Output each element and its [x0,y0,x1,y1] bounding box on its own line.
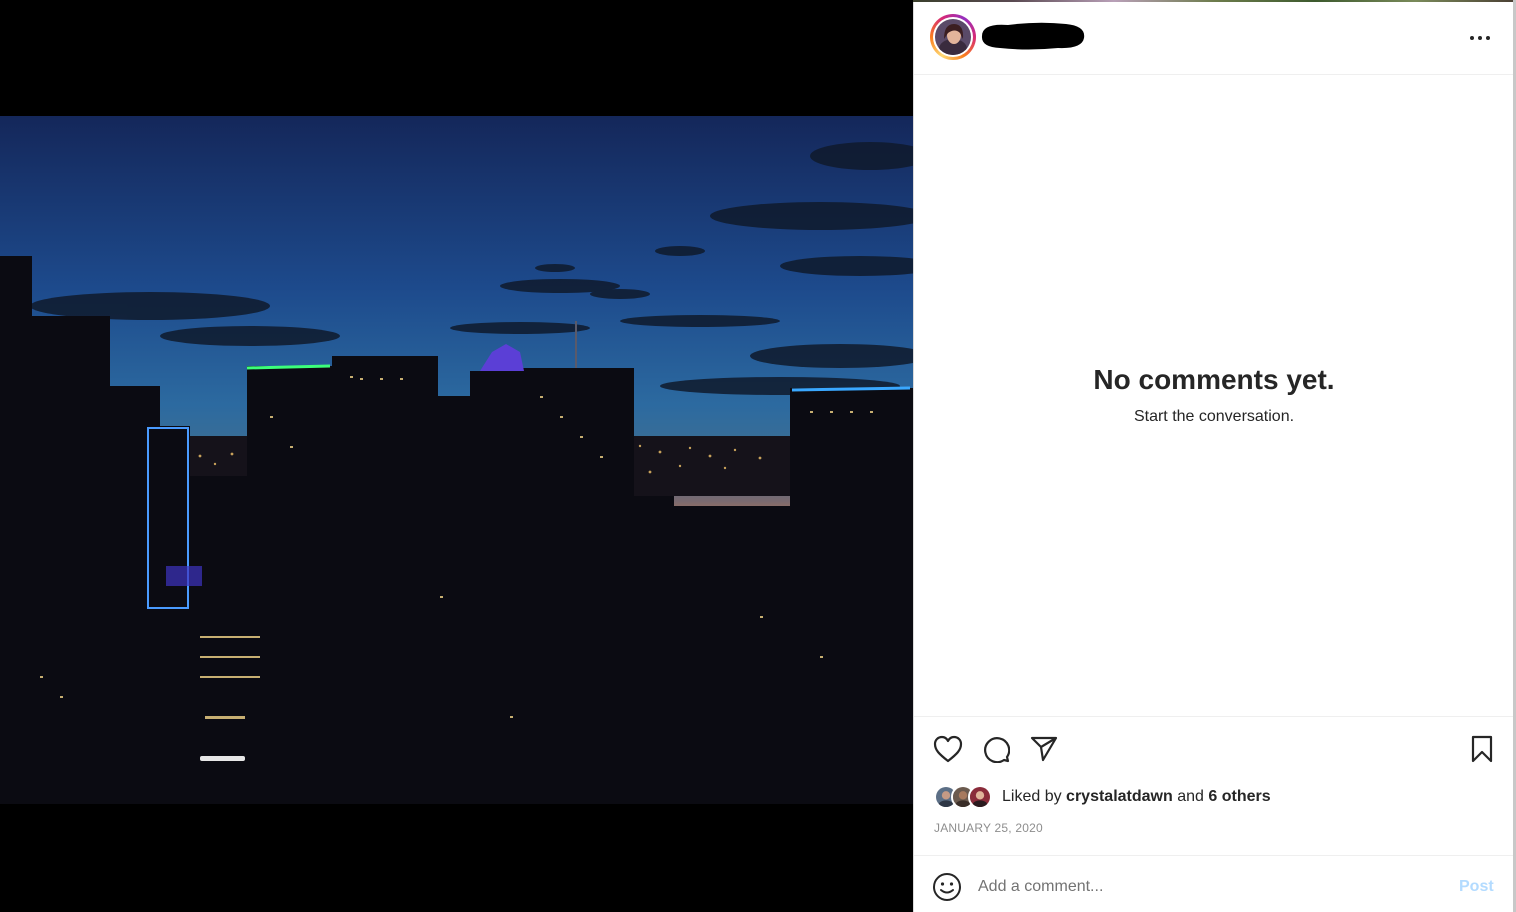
likes-text: Liked by crystalatdawn and 6 others [1002,788,1271,806]
avatar-image [935,19,971,55]
avatar-border [933,17,973,57]
more-options-button[interactable] [1462,24,1498,52]
likes-conjunction: and [1177,788,1204,805]
liked-by-user-link[interactable]: crystalatdawn [1066,788,1173,805]
post-photo[interactable] [0,116,913,804]
media-pane [0,0,913,912]
avatar[interactable] [930,14,976,60]
emoji-icon [933,873,961,901]
likes-others-link[interactable]: 6 others [1208,788,1270,805]
liker-avatars[interactable] [934,784,996,810]
send-icon [1030,736,1058,762]
post-header [914,2,1514,75]
liker-avatar [968,785,992,809]
comments-area: No comments yet. Start the conversation. [914,76,1514,716]
like-button[interactable] [932,733,964,765]
comment-button[interactable] [980,733,1012,765]
comment-bar: Post [914,855,1514,912]
empty-comments-subtitle: Start the conversation. [1133,408,1295,425]
empty-comments-title: No comments yet. [1093,364,1335,395]
instagram-post-modal: No comments yet. Start the conversation. [0,0,1516,912]
username-redacted [981,22,1085,50]
likes-prefix: Liked by [1002,788,1062,805]
comment-input[interactable] [978,870,1438,904]
post-actions: Liked by crystalatdawn and 6 others JANU… [914,716,1514,855]
post-comment-button[interactable]: Post [1459,878,1494,896]
comment-icon [984,737,1010,763]
post-sidebar: No comments yet. Start the conversation. [913,2,1514,912]
likes-summary: Liked by crystalatdawn and 6 others [934,784,1271,810]
heart-icon [933,735,963,763]
share-button[interactable] [1028,733,1060,765]
more-horizontal-icon [1470,36,1490,40]
emoji-button[interactable] [932,872,964,904]
save-button[interactable] [1466,733,1498,765]
post-date[interactable]: JANUARY 25, 2020 [934,821,1043,835]
bookmark-icon [1471,735,1493,763]
